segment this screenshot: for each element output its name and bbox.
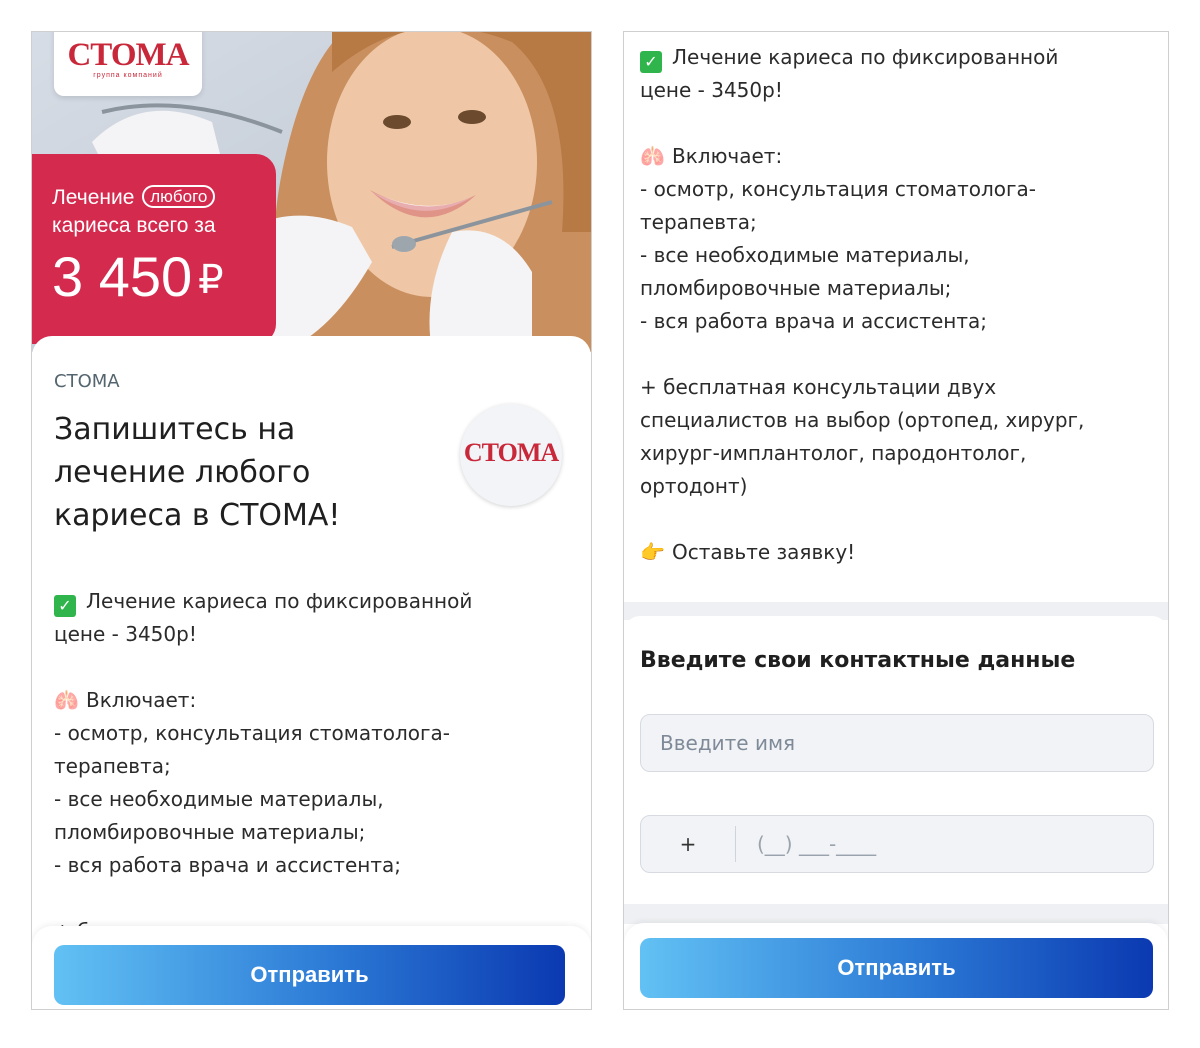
desc-line <box>640 107 1150 140</box>
ad-headline: Запишитесь на лечение любого кариеса в С… <box>54 412 341 533</box>
desc-line: 🫁 Включает: <box>640 140 1150 173</box>
desc-line: пломбировочные материалы; <box>54 820 366 844</box>
pointing-hand-icon: 👉 <box>640 540 665 564</box>
logo-subtitle: группа компаний <box>93 72 163 79</box>
desc-line: ✓ Лечение кариеса по фиксированной <box>54 585 564 618</box>
phone-input[interactable] <box>737 816 1147 872</box>
contact-form: Введите свои контактные данные + <box>624 616 1168 908</box>
desc-line: - осмотр, консультация стоматолога- <box>640 177 1037 201</box>
promo-price: 3 450 ₽ <box>52 246 276 311</box>
desc-line: специалистов на выбор (ортопед, хирург, <box>640 408 1085 432</box>
desc-line <box>640 338 1150 371</box>
promo-line-2: кариеса всего за <box>52 214 216 237</box>
promo-word: Лечение <box>52 186 135 209</box>
desc-line: цене - 3450р! <box>54 622 197 646</box>
submit-bar: Отправить <box>32 926 591 1009</box>
check-icon: ✓ <box>640 51 662 73</box>
section-divider <box>624 904 1168 924</box>
submit-button[interactable]: Отправить <box>640 938 1153 998</box>
desc-line: + бесплатная консультации двух <box>640 375 997 399</box>
name-input[interactable] <box>640 714 1154 772</box>
desc-line <box>54 651 564 684</box>
form-title: Введите свои контактные данные <box>640 648 1076 673</box>
avatar-logo-text: СТОМА <box>463 438 559 467</box>
desc-line <box>54 882 564 915</box>
submit-button[interactable]: Отправить <box>54 945 565 1005</box>
check-icon: ✓ <box>54 595 76 617</box>
lungs-icon: 🫁 <box>54 688 79 712</box>
desc-line: терапевта; <box>54 754 171 778</box>
desc-line: - все необходимые материалы, <box>640 243 970 267</box>
desc-line: пломбировочные материалы; <box>640 276 952 300</box>
desc-line: - все необходимые материалы, <box>54 787 384 811</box>
brand-name: СТОМА <box>54 371 120 392</box>
phone-field: + <box>640 815 1154 873</box>
brand-avatar: СТОМА <box>460 404 562 506</box>
promo-price-value: 3 450 <box>52 245 193 308</box>
submit-bar: Отправить <box>624 923 1168 1009</box>
desc-line: - вся работа врача и ассистента; <box>640 309 987 333</box>
logo-text: СТОМА <box>67 37 189 73</box>
desc-line: 👉 Оставьте заявку! <box>640 536 1150 569</box>
ruble-sign: ₽ <box>198 258 224 302</box>
ad-preview-left: СТОМА группа компаний Лечение любого кар… <box>31 31 592 1010</box>
ad-description: ✓ Лечение кариеса по фиксированной цене -… <box>54 585 564 948</box>
hero-banner: СТОМА группа компаний Лечение любого кар… <box>32 32 591 352</box>
ad-card: СТОМА Запишитесь на лечение любого карие… <box>32 336 591 1009</box>
desc-line: цене - 3450р! <box>640 78 783 102</box>
ad-description-scrolled: ✓ Лечение кариеса по фиксированной цене -… <box>640 41 1150 569</box>
desc-line <box>640 503 1150 536</box>
phone-divider <box>735 826 736 862</box>
ad-preview-right: ✓ Лечение кариеса по фиксированной цене -… <box>623 31 1169 1010</box>
phone-country-code[interactable]: + <box>641 816 735 872</box>
brand-logo: СТОМА группа компаний <box>54 32 202 96</box>
promo-block: Лечение любого кариеса всего за 3 450 ₽ <box>32 154 276 344</box>
lungs-icon: 🫁 <box>640 144 665 168</box>
desc-line: 🫁 Включает: <box>54 684 564 717</box>
desc-line: ортодонт) <box>640 474 748 498</box>
promo-line-1: Лечение любого <box>52 184 276 212</box>
desc-line: - вся работа врача и ассистента; <box>54 853 401 877</box>
promo-pill: любого <box>142 185 216 208</box>
desc-line: - осмотр, консультация стоматолога- <box>54 721 451 745</box>
desc-line: хирург-имплантолог, пародонтолог, <box>640 441 1027 465</box>
desc-line: ✓ Лечение кариеса по фиксированной <box>640 41 1150 74</box>
desc-line: терапевта; <box>640 210 757 234</box>
